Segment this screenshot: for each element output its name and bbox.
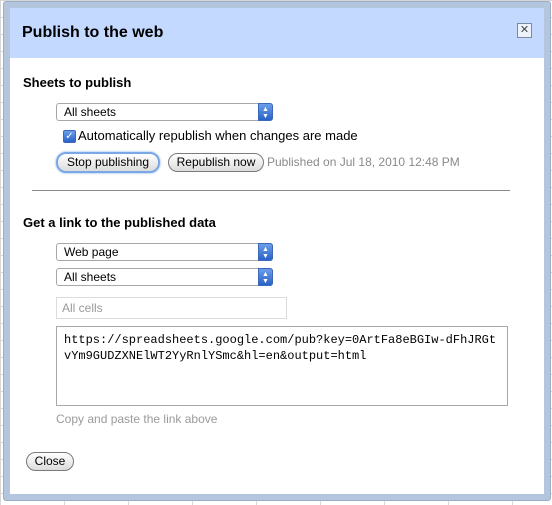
publish-dialog: Publish to the web ✕ Sheets to publish A… [4, 2, 550, 500]
format-select-value: Web page [64, 245, 119, 259]
close-button[interactable]: Close [26, 452, 74, 471]
stop-publishing-button[interactable]: Stop publishing [56, 152, 160, 173]
section-divider [32, 190, 510, 191]
link-sheet-select-value: All sheets [64, 270, 117, 284]
select-arrows-icon: ▲ ▼ [258, 243, 273, 261]
publish-sheet-select-value: All sheets [64, 105, 117, 119]
select-arrows-icon: ▲ ▼ [258, 268, 273, 286]
dialog-title: Publish to the web [22, 24, 164, 41]
link-hint: Copy and paste the link above [56, 412, 218, 426]
publish-sheet-select[interactable]: All sheets ▲ ▼ [56, 103, 273, 121]
published-link-heading: Get a link to the published data [23, 215, 216, 230]
publish-status: Published on Jul 18, 2010 12:48 PM [267, 155, 460, 169]
link-sheet-select[interactable]: All sheets ▲ ▼ [56, 268, 273, 286]
cells-range-input[interactable]: All cells [56, 297, 287, 319]
format-select[interactable]: Web page ▲ ▼ [56, 243, 273, 261]
republish-now-button[interactable]: Republish now [168, 153, 264, 172]
auto-republish-label: Automatically republish when changes are… [78, 128, 358, 143]
sheets-to-publish-heading: Sheets to publish [23, 75, 132, 90]
dialog-titlebar[interactable]: Publish to the web ✕ [10, 8, 544, 58]
published-link-textarea[interactable]: https://spreadsheets.google.com/pub?key=… [56, 326, 508, 406]
select-arrows-icon: ▲ ▼ [258, 103, 273, 121]
auto-republish-checkbox[interactable]: ✓ [63, 130, 76, 143]
close-icon[interactable]: ✕ [517, 23, 532, 38]
